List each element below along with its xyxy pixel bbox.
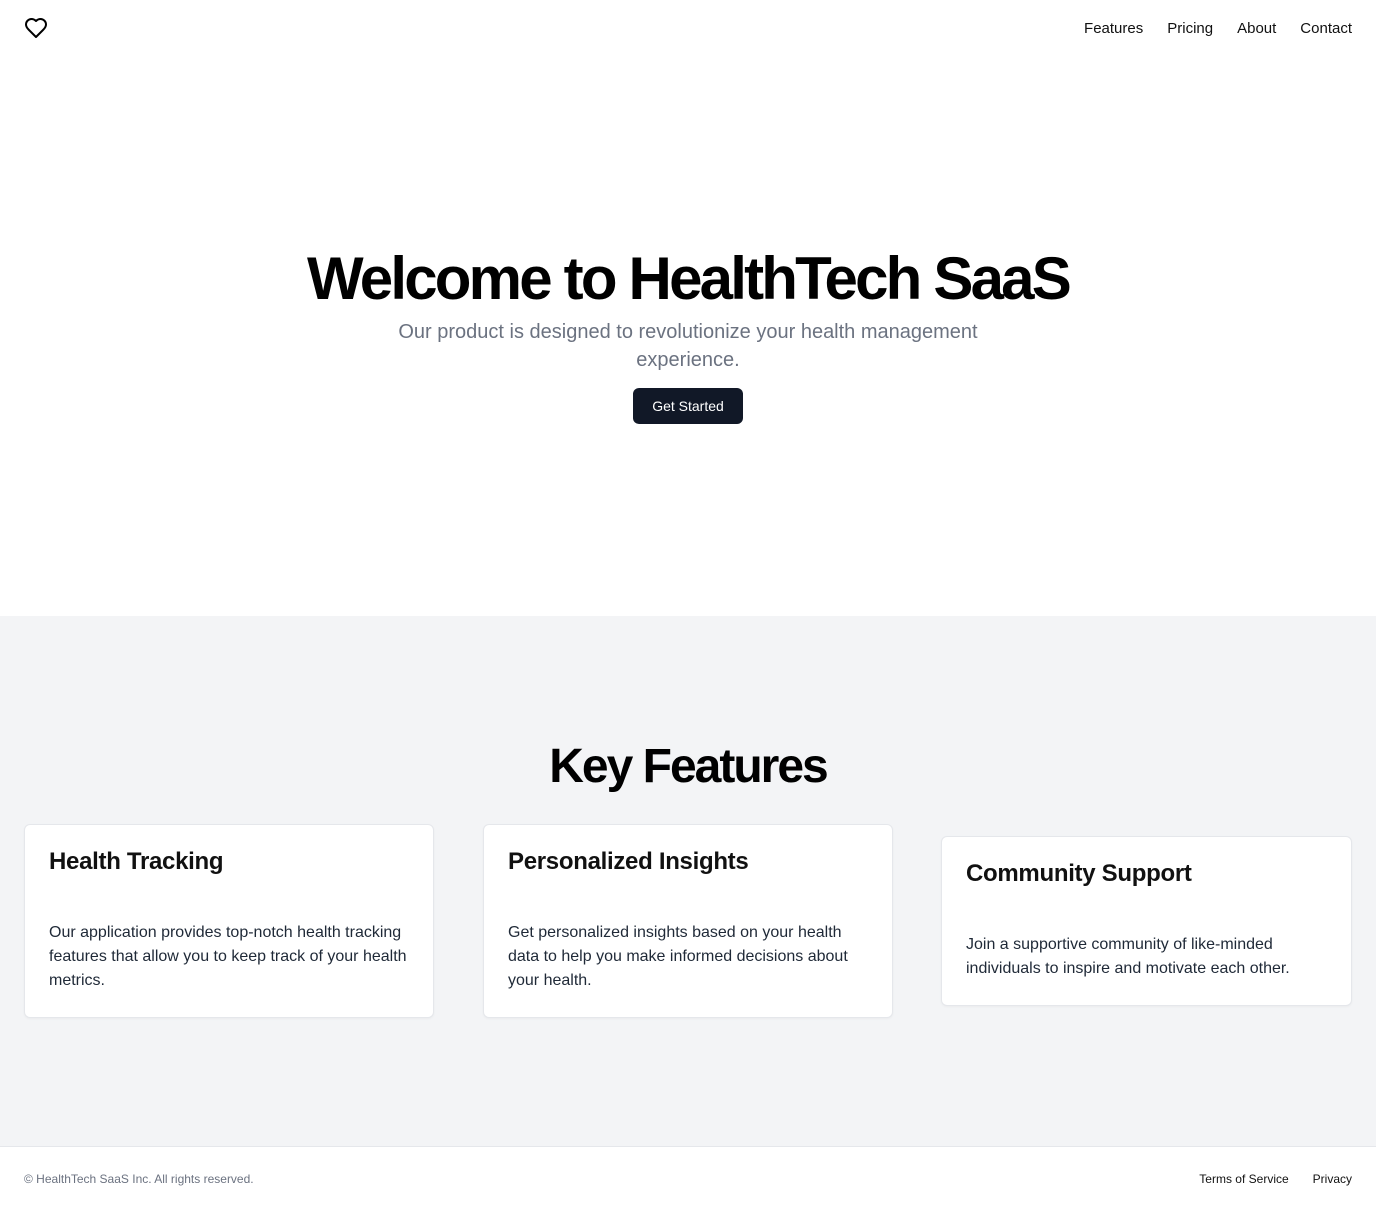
feature-card-title: Community Support [966,860,1192,887]
site-footer: © HealthTech SaaS Inc. All rights reserv… [0,1146,1376,1211]
hero-section: Welcome to HealthTech SaaS Our product i… [0,56,1376,616]
hero-title: Welcome to HealthTech SaaS [307,245,1072,312]
nav-link-about[interactable]: About [1237,20,1276,37]
site-header: Features Pricing About Contact [0,0,1376,56]
feature-card-text: Get personalized insights based on your … [508,924,848,989]
features-title: Key Features [549,740,828,793]
feature-card-title: Personalized Insights [508,848,749,875]
footer-links: Terms of Service Privacy [1199,1172,1352,1186]
nav-link-contact[interactable]: Contact [1300,20,1352,37]
feature-card-personalized-insights: Personalized Insights Get personalized i… [483,824,893,1018]
hero-subtitle: Our product is designed to revolutionize… [398,321,978,371]
feature-card-text: Join a supportive community of like-mind… [966,936,1290,977]
footer-link-privacy[interactable]: Privacy [1313,1172,1352,1186]
feature-card-health-tracking: Health Tracking Our application provides… [24,824,434,1018]
main-nav: Features Pricing About Contact [1084,20,1352,37]
feature-card-title: Health Tracking [49,848,224,875]
feature-card-text: Our application provides top-notch healt… [49,924,407,989]
nav-link-pricing[interactable]: Pricing [1167,20,1213,37]
features-section: Key Features Health Tracking Our applica… [0,616,1376,1146]
footer-link-terms[interactable]: Terms of Service [1199,1172,1288,1186]
nav-link-features[interactable]: Features [1084,20,1143,37]
copyright-text: © HealthTech SaaS Inc. All rights reserv… [24,1172,254,1186]
heart-icon[interactable] [24,16,48,40]
feature-card-community-support: Community Support Join a supportive comm… [941,836,1352,1006]
get-started-button[interactable]: Get Started [633,388,743,424]
